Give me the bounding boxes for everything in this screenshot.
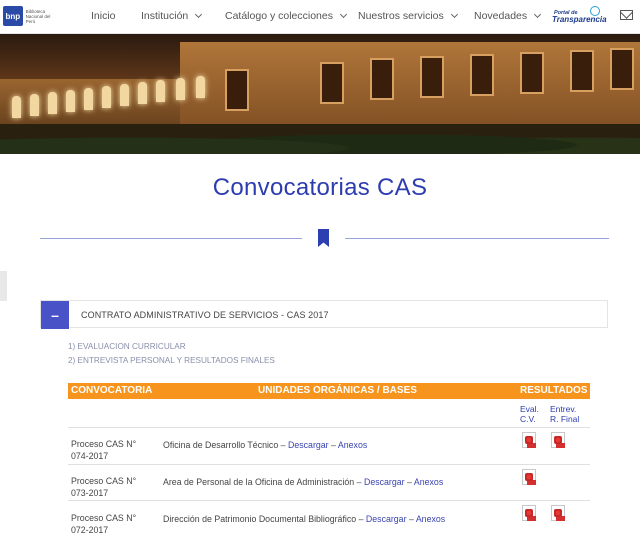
table-row: Proceso CAS N° 074-2017 Oficina de Desar… (68, 427, 590, 465)
pdf-icon[interactable] (522, 505, 536, 521)
nav-item-catalogo[interactable]: Catálogo y colecciones (225, 10, 348, 22)
col-header-convocatoria: CONVOCATORIA (71, 385, 153, 396)
cell-unidad: Dirección de Patrimonio Documental Bibli… (163, 514, 445, 524)
separator: – (406, 514, 416, 524)
proceso-number: 074-2017 (71, 451, 109, 461)
logo-text: Biblioteca Nacional del Perú (25, 8, 51, 24)
hero-banner-image (0, 34, 640, 154)
hero-trees (0, 124, 640, 154)
descargar-link[interactable]: Descargar (366, 514, 407, 524)
cell-unidad: Area de Personal de la Oficina de Admini… (163, 477, 443, 487)
nav-label: Institución (141, 10, 189, 22)
descargar-link[interactable]: Descargar (288, 440, 329, 450)
proceso-label: Proceso CAS N° (71, 439, 137, 449)
divider-left (40, 238, 302, 239)
unidad-name: Area de Personal de la Oficina de Admini… (163, 477, 364, 487)
table-row: Proceso CAS N° 072-2017 Dirección de Pat… (68, 500, 590, 539)
accordion-label: CONTRATO ADMINISTRATIVO DE SERVICIOS - C… (81, 310, 329, 320)
col-header-resultados: RESULTADOS (520, 385, 588, 396)
pdf-icon[interactable] (551, 505, 565, 521)
anexos-link[interactable]: Anexos (338, 440, 367, 450)
separator: – (404, 477, 414, 487)
proceso-number: 072-2017 (71, 525, 109, 535)
anexos-link[interactable]: Anexos (414, 477, 443, 487)
separator: – (328, 440, 338, 450)
col-header-unidades: UNIDADES ORGÁNICAS / BASES (258, 385, 417, 396)
accordion-cas-2017[interactable]: – CONTRATO ADMINISTRATIVO DE SERVICIOS -… (40, 300, 608, 329)
chevron-down-icon (195, 10, 203, 19)
transparency-portal-link[interactable]: Portal de Transparencia (552, 4, 607, 30)
nav-label: Catálogo y colecciones (225, 10, 333, 22)
transparency-label: Transparencia (552, 15, 607, 24)
subheader-eval: Eval. C.V. (520, 404, 539, 424)
subheader-entrev-line1: Entrev. (550, 404, 577, 414)
subheader-eval-line2: C.V. (520, 414, 536, 424)
nav-item-institucion[interactable]: Institución (141, 10, 203, 22)
envelope-icon[interactable] (620, 10, 633, 20)
table-row: Proceso CAS N° 073-2017 Area de Personal… (68, 464, 590, 501)
cell-proceso: Proceso CAS N° 073-2017 (71, 475, 136, 499)
top-navbar: bnp Biblioteca Nacional del Perú Inicio … (0, 0, 640, 34)
divider-right (345, 238, 609, 239)
table-header: CONVOCATORIA UNIDADES ORGÁNICAS / BASES … (68, 383, 590, 399)
cell-proceso: Proceso CAS N° 072-2017 (71, 512, 136, 536)
chevron-down-icon (534, 10, 542, 19)
pdf-icon[interactable] (522, 432, 536, 448)
logo-mark: bnp (3, 6, 23, 26)
subheader-eval-line1: Eval. (520, 404, 539, 414)
proceso-label: Proceso CAS N° (71, 513, 137, 523)
subheader-entrev-line2: R. Final (550, 414, 580, 424)
nav-item-servicios[interactable]: Nuestros servicios (358, 10, 458, 22)
pdf-icon[interactable] (522, 469, 536, 485)
bookmark-icon (318, 229, 329, 247)
nav-item-inicio[interactable]: Inicio (91, 10, 116, 22)
cell-unidad: Oficina de Desarrollo Técnico – Descarga… (163, 440, 367, 450)
nav-label: Inicio (91, 10, 116, 22)
chevron-down-icon (339, 10, 348, 19)
link-entrevista-personal[interactable]: 2) ENTREVISTA PERSONAL Y RESULTADOS FINA… (68, 356, 275, 365)
proceso-number: 073-2017 (71, 488, 109, 498)
unidad-name: Oficina de Desarrollo Técnico – (163, 440, 289, 450)
link-evaluacion-curricular[interactable]: 1) EVALUACION CURRICULAR (68, 342, 186, 351)
nav-label: Novedades (474, 10, 528, 22)
proceso-label: Proceso CAS N° (71, 476, 137, 486)
anexos-link[interactable]: Anexos (416, 514, 445, 524)
nav-label: Nuestros servicios (358, 10, 444, 22)
side-tab[interactable] (0, 271, 7, 301)
subheader-entrev: Entrev. R. Final (550, 404, 579, 424)
chevron-down-icon (450, 10, 458, 19)
descargar-link[interactable]: Descargar (364, 477, 405, 487)
cell-proceso: Proceso CAS N° 074-2017 (71, 438, 136, 462)
unidad-name: Dirección de Patrimonio Documental Bibli… (163, 514, 366, 524)
bnp-logo[interactable]: bnp Biblioteca Nacional del Perú (3, 5, 51, 27)
collapse-button[interactable]: – (41, 301, 69, 329)
nav-item-novedades[interactable]: Novedades (474, 10, 542, 22)
page-title: Convocatorias CAS (212, 174, 428, 201)
pdf-icon[interactable] (551, 432, 565, 448)
